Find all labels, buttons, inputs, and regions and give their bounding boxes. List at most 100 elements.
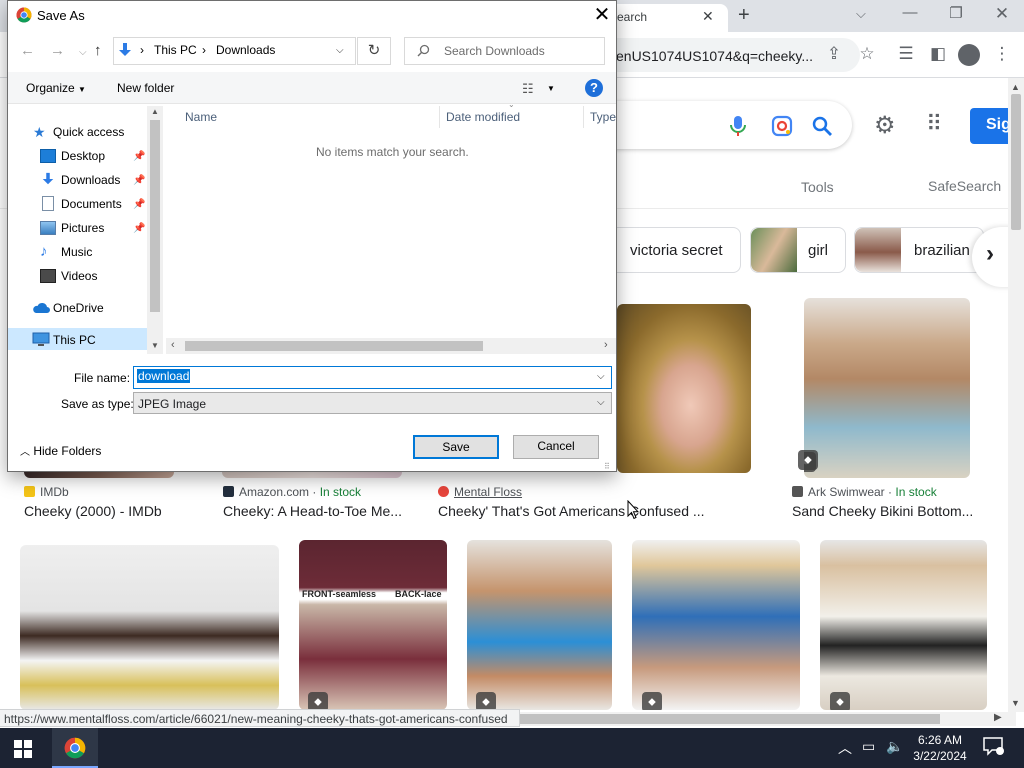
- result-image-row2-5[interactable]: ⬥: [820, 540, 987, 710]
- recent-locations-chevron-icon[interactable]: ⌵: [79, 47, 87, 58]
- page-horizontal-scroll-thumb[interactable]: [520, 714, 940, 724]
- refresh-button[interactable]: ↻: [357, 37, 391, 65]
- nav-scroll-up-icon[interactable]: ▲: [151, 107, 159, 116]
- taskbar-clock[interactable]: 6:26 AM 3/22/2024: [912, 732, 968, 764]
- column-header-type[interactable]: Type: [590, 110, 616, 124]
- restore-icon[interactable]: ❐: [936, 4, 976, 22]
- side-panel-icon[interactable]: ◧: [927, 44, 949, 64]
- pin-icon[interactable]: 📌: [133, 175, 145, 186]
- new-folder-button[interactable]: New folder: [117, 81, 174, 95]
- google-lens-icon[interactable]: [770, 114, 794, 138]
- nav-item-this-pc[interactable]: This PC: [53, 333, 96, 347]
- windows-start-icon[interactable]: [14, 740, 32, 758]
- tab-search-chevron-icon[interactable]: ⌵: [856, 6, 866, 22]
- result-title-ark[interactable]: Sand Cheeky Bikini Bottom...: [792, 503, 973, 519]
- path-dropdown-chevron-icon[interactable]: ⌵: [336, 45, 344, 56]
- result-title-mental-floss[interactable]: Cheeky' That's Got Americans Confused ..…: [438, 503, 705, 519]
- settings-gear-icon[interactable]: ⚙: [874, 111, 896, 140]
- page-vertical-scroll-thumb[interactable]: [1011, 94, 1021, 230]
- view-options-icon[interactable]: ☷: [522, 81, 534, 97]
- pin-icon[interactable]: 📌: [133, 223, 145, 234]
- chip-victoria-secret[interactable]: victoria secret: [610, 227, 741, 273]
- breadcrumb-this-pc[interactable]: This PC: [154, 43, 197, 57]
- file-name-input[interactable]: [133, 366, 612, 389]
- help-icon[interactable]: ?: [585, 79, 603, 97]
- nav-item-music[interactable]: Music: [61, 245, 92, 259]
- result-image-row2-1[interactable]: [20, 545, 279, 710]
- scroll-right-arrow-icon[interactable]: ›: [604, 339, 608, 351]
- result-image-row2-2[interactable]: FRONT-seamless BACK-lace: [299, 540, 447, 710]
- desktop-icon: [40, 149, 56, 163]
- window-close-icon[interactable]: ✕: [982, 4, 1022, 24]
- file-name-dropdown-icon[interactable]: ⌵: [597, 371, 605, 382]
- profile-avatar[interactable]: [958, 44, 980, 66]
- dialog-close-icon[interactable]: ✕: [588, 2, 616, 28]
- nav-item-quick-access[interactable]: Quick access: [53, 125, 124, 139]
- result-source-ark[interactable]: Ark Swimwear · In stock: [792, 485, 937, 499]
- pin-icon[interactable]: 📌: [133, 151, 145, 162]
- chrome-menu-icon[interactable]: ⋮: [991, 44, 1013, 64]
- tools-link[interactable]: Tools: [801, 179, 834, 195]
- result-source-imdb[interactable]: IMDb: [24, 485, 69, 499]
- nav-pane-scroll-thumb[interactable]: [150, 120, 160, 312]
- share-icon[interactable]: ⇪: [823, 44, 845, 64]
- tab-close-icon[interactable]: ✕: [702, 8, 714, 25]
- bookmark-star-icon[interactable]: ☆: [856, 44, 878, 64]
- back-arrow-icon[interactable]: ←: [20, 42, 35, 59]
- forward-arrow-icon[interactable]: →: [50, 42, 65, 59]
- breadcrumb-downloads[interactable]: Downloads: [216, 43, 275, 57]
- safesearch-link[interactable]: SafeSearch: [928, 178, 1001, 194]
- result-source-amazon[interactable]: Amazon.com · In stock: [223, 485, 361, 499]
- resize-grip-icon[interactable]: ⠿: [604, 462, 610, 471]
- result-image-row2-4[interactable]: ⬥: [632, 540, 800, 710]
- hide-folders-button[interactable]: ︿ Hide Folders: [20, 443, 101, 458]
- network-icon[interactable]: ▭: [862, 738, 875, 755]
- save-as-type-select[interactable]: JPEG Image: [133, 392, 612, 414]
- cancel-button[interactable]: Cancel: [513, 435, 599, 459]
- pin-icon[interactable]: 📌: [133, 199, 145, 210]
- result-image-mental-floss[interactable]: [617, 304, 751, 473]
- file-name-value[interactable]: download: [137, 369, 191, 383]
- microphone-icon[interactable]: [728, 114, 748, 138]
- nav-item-videos[interactable]: Videos: [61, 269, 97, 283]
- search-icon[interactable]: [810, 114, 834, 138]
- chip-brazilian[interactable]: brazilian: [854, 227, 984, 273]
- nav-item-documents[interactable]: Documents: [61, 197, 122, 211]
- nav-item-pictures[interactable]: Pictures: [61, 221, 104, 235]
- scroll-left-arrow-icon[interactable]: ‹: [171, 339, 175, 351]
- nav-item-desktop[interactable]: Desktop: [61, 149, 105, 163]
- scroll-up-arrow-icon[interactable]: ▲: [1011, 82, 1020, 92]
- scroll-right-arrow-icon[interactable]: ▶: [994, 712, 1002, 723]
- google-apps-icon[interactable]: ⠿: [926, 111, 942, 137]
- column-separator[interactable]: [439, 106, 440, 128]
- scroll-down-arrow-icon[interactable]: ▼: [1011, 698, 1020, 708]
- reading-list-icon[interactable]: ☰: [895, 44, 917, 64]
- result-image-row2-3[interactable]: [467, 540, 612, 710]
- tray-chevron-up-icon[interactable]: ︿: [838, 738, 852, 758]
- save-button[interactable]: Save: [413, 435, 499, 459]
- chip-girl[interactable]: girl: [750, 227, 846, 273]
- nav-item-downloads[interactable]: Downloads: [61, 173, 120, 187]
- stock-badge: In stock: [895, 485, 937, 499]
- nav-scroll-down-icon[interactable]: ▼: [151, 341, 159, 350]
- column-header-name[interactable]: Name: [185, 110, 217, 124]
- minimize-icon[interactable]: —: [890, 4, 930, 21]
- file-list-scroll-thumb[interactable]: [185, 341, 483, 351]
- result-image-ark-swimwear[interactable]: ●: [804, 298, 970, 478]
- address-bar-text[interactable]: enUS1074US1074&q=cheeky...: [616, 48, 813, 64]
- organize-button[interactable]: Organize ▼: [26, 81, 86, 95]
- up-arrow-icon[interactable]: ↑: [94, 42, 102, 59]
- result-title-imdb[interactable]: Cheeky (2000) - IMDb: [24, 503, 162, 519]
- save-type-dropdown-icon[interactable]: ⌵: [597, 397, 605, 408]
- result-source-mental-floss[interactable]: Mental Floss: [438, 485, 522, 499]
- view-dropdown-icon[interactable]: ▼: [547, 84, 555, 93]
- column-header-date-modified[interactable]: Date modified: [446, 110, 520, 124]
- column-separator[interactable]: [583, 106, 584, 128]
- new-tab-icon[interactable]: +: [738, 4, 750, 27]
- search-downloads-input[interactable]: Search Downloads: [404, 37, 605, 65]
- nav-item-onedrive[interactable]: OneDrive: [53, 301, 104, 315]
- result-title-amazon[interactable]: Cheeky: A Head-to-Toe Me...: [223, 503, 402, 519]
- volume-muted-icon[interactable]: 🔈: [886, 738, 903, 755]
- notification-icon[interactable]: [982, 736, 1004, 756]
- chip-label: girl: [808, 242, 829, 259]
